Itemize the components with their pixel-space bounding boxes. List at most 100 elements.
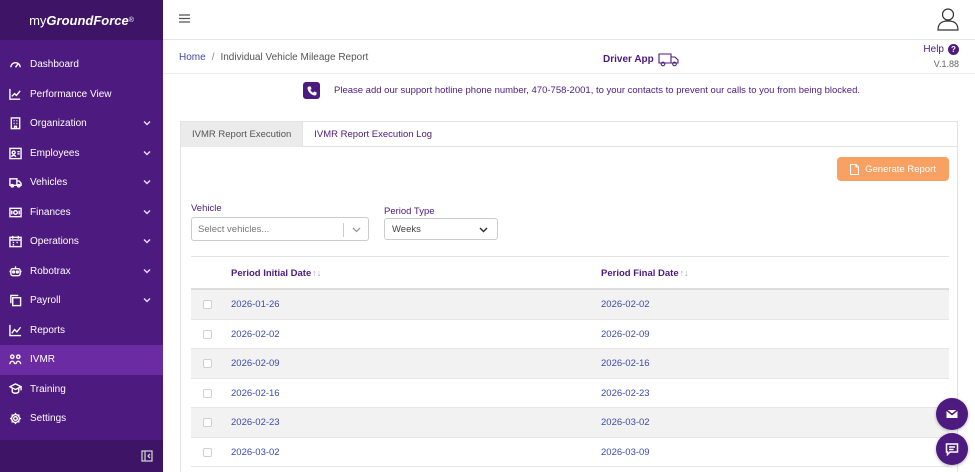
table-row[interactable]: 2026-02-02 2026-02-09	[191, 320, 949, 349]
period-final-date[interactable]: 2026-03-02	[601, 417, 650, 428]
period-final-date[interactable]: 2026-02-02	[601, 299, 650, 310]
sidebar-item-employees[interactable]: Employees	[0, 139, 163, 169]
copy-icon	[8, 294, 22, 308]
table-row[interactable]: 2026-02-16 2026-02-23	[191, 379, 949, 408]
generate-report-button[interactable]: Generate Report	[837, 157, 949, 181]
sidebar-item-label: Robotrax	[30, 265, 71, 277]
help-label: Help	[923, 44, 944, 55]
column-header-final-date[interactable]: Period Final Date↑↓	[601, 268, 689, 279]
vehicle-select[interactable]: Select vehicles...	[191, 217, 369, 241]
row-checkbox[interactable]	[203, 418, 212, 427]
period-final-date[interactable]: 2026-03-09	[601, 447, 650, 458]
sidebar-item-operations[interactable]: Operations	[0, 227, 163, 257]
row-checkbox[interactable]	[203, 329, 212, 339]
sort-icon[interactable]: ↑↓	[312, 268, 321, 278]
document-icon	[850, 163, 860, 175]
table-row[interactable]: 2026-02-09 2026-02-16	[191, 349, 949, 379]
chevron-down-icon[interactable]	[352, 225, 361, 234]
driver-app-link[interactable]: Driver App	[603, 51, 680, 67]
sidebar-item-label: Vehicles	[30, 177, 68, 189]
breadcrumb-home-link[interactable]: Home	[179, 52, 206, 63]
generate-report-label: Generate Report	[865, 163, 936, 175]
tab-ivmr-report-execution-log[interactable]: IVMR Report Execution Log	[303, 122, 443, 147]
report-card: IVMR Report Execution IVMR Report Execut…	[180, 121, 958, 472]
row-checkbox[interactable]	[203, 388, 212, 398]
breadcrumb-current: Individual Vehicle Mileage Report	[220, 52, 369, 63]
period-initial-date[interactable]: 2026-01-26	[231, 299, 280, 310]
tab-ivmr-report-execution[interactable]: IVMR Report Execution	[181, 122, 304, 147]
chevron-down-icon[interactable]	[143, 296, 151, 304]
period-type-select[interactable]: Weeks	[384, 218, 498, 240]
chevron-down-icon[interactable]	[143, 149, 151, 157]
gear-icon	[8, 412, 22, 426]
sidebar-item-reports[interactable]: Reports	[0, 316, 163, 346]
sidebar-item-organization[interactable]: Organization	[0, 109, 163, 139]
breadcrumb: Home / Individual Vehicle Mileage Report	[179, 52, 368, 63]
support-notice-message: Please add our support hotline phone num…	[334, 85, 860, 96]
sidebar-item-robotrax[interactable]: Robotrax	[0, 257, 163, 287]
table-row[interactable]: 2026-03-02 2026-03-09	[191, 438, 949, 467]
sidebar-item-finances[interactable]: Finances	[0, 198, 163, 228]
money-icon	[8, 205, 22, 219]
help-icon: ?	[948, 44, 959, 55]
sidebar-item-dashboard[interactable]: Dashboard	[0, 50, 163, 80]
top-bar	[163, 0, 975, 40]
help-link[interactable]: Help ?	[923, 44, 959, 55]
sidebar-item-settings[interactable]: Settings	[0, 404, 163, 434]
row-checkbox[interactable]	[203, 300, 212, 309]
row-checkbox[interactable]	[203, 359, 212, 368]
row-checkbox[interactable]	[203, 447, 212, 457]
period-final-date[interactable]: 2026-02-09	[601, 329, 650, 340]
sidebar: my GroundForce ® Dashboard Performance View…	[0, 0, 163, 472]
chat-bubble-icon	[945, 443, 959, 456]
hamburger-menu-icon[interactable]	[179, 13, 190, 23]
user-profile-icon[interactable]	[937, 7, 959, 31]
sidebar-item-vehicles[interactable]: Vehicles	[0, 168, 163, 198]
period-initial-date[interactable]: 2026-03-02	[231, 447, 280, 458]
chevron-down-icon[interactable]	[143, 237, 151, 245]
column-header-initial-date[interactable]: Period Initial Date↑↓	[231, 268, 321, 279]
table-row[interactable]: 2026-01-26 2026-02-02	[191, 290, 949, 320]
period-type-label: Period Type	[384, 206, 435, 217]
table-body: 2026-01-26 2026-02-02 2026-02-02 2026-02-09…	[191, 290, 949, 467]
sidebar-item-label: IVMR	[30, 354, 55, 366]
sidebar-item-label: Operations	[30, 236, 79, 248]
vehicle-label: Vehicle	[191, 203, 222, 214]
period-final-date[interactable]: 2026-02-23	[601, 388, 650, 399]
breadcrumb-separator: /	[211, 52, 215, 63]
period-initial-date[interactable]: 2026-02-02	[231, 329, 280, 340]
periods-table: Period Initial Date↑↓ Period Final Date↑…	[191, 256, 949, 467]
sidebar-item-label: Reports	[30, 324, 66, 336]
period-final-date[interactable]: 2026-02-16	[601, 358, 650, 369]
sidebar-item-label: Dashboard	[30, 59, 79, 71]
chevron-down-icon[interactable]	[143, 178, 151, 186]
period-initial-date[interactable]: 2026-02-16	[231, 388, 280, 399]
chevron-down-icon	[479, 225, 488, 234]
chevron-down-icon[interactable]	[143, 267, 151, 275]
app-logo[interactable]: my GroundForce ®	[0, 0, 163, 40]
column-header-label: Period Initial Date	[231, 268, 312, 279]
chevron-down-icon[interactable]	[143, 119, 151, 127]
sidebar-item-ivmr[interactable]: IVMR	[0, 345, 163, 375]
table-header: Period Initial Date↑↓ Period Final Date↑…	[191, 256, 949, 290]
version-label: V.1.88	[933, 59, 959, 69]
sidebar-nav: Dashboard Performance View Organization Emp…	[0, 50, 163, 434]
sidebar-item-performance-view[interactable]: Performance View	[0, 80, 163, 110]
email-fab-button[interactable]	[936, 398, 968, 430]
collapse-sidebar-icon[interactable]	[141, 450, 153, 462]
sidebar-item-label: Training	[30, 383, 66, 395]
chevron-down-icon[interactable]	[143, 208, 151, 216]
period-initial-date[interactable]: 2026-02-23	[231, 417, 280, 428]
chat-fab-button[interactable]	[936, 433, 968, 465]
sidebar-item-training[interactable]: Training	[0, 375, 163, 405]
truck-icon	[8, 176, 22, 190]
envelope-icon	[946, 409, 958, 418]
sidebar-item-payroll[interactable]: Payroll	[0, 286, 163, 316]
chart-line-icon	[8, 87, 22, 101]
phone-icon	[303, 82, 320, 99]
period-initial-date[interactable]: 2026-02-09	[231, 358, 280, 369]
table-row[interactable]: 2026-02-23 2026-03-02	[191, 408, 949, 438]
sort-icon[interactable]: ↑↓	[680, 268, 689, 278]
reports-icon	[8, 323, 22, 337]
sidebar-item-label: Settings	[30, 413, 67, 425]
